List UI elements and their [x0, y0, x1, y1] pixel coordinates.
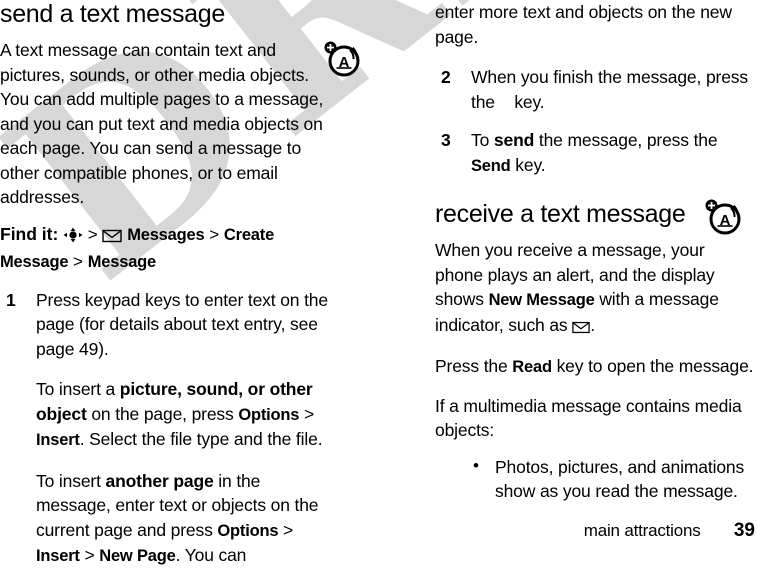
receive-p2-prefix: Press the: [435, 356, 513, 376]
page-footer: main attractions 39: [0, 520, 757, 542]
find-it-item-message[interactable]: Message: [88, 253, 157, 271]
receive-paragraph-2: Press the Read key to open the message.: [435, 354, 757, 380]
intro-paragraph: A text message can contain text and pict…: [0, 40, 324, 207]
ui-term-read[interactable]: Read: [512, 358, 552, 376]
insert-object-gt-1: >: [299, 403, 315, 424]
step-2-number: 2: [441, 67, 451, 87]
another-page-emphasis: another page: [105, 470, 214, 491]
find-it-path: Find it: > Messages > Create Message > M…: [0, 222, 330, 274]
footer-page-number: 39: [733, 520, 755, 541]
right-column: enter more text and objects on the new p…: [435, 0, 757, 504]
step-2-text: When you finish the message, press the: [471, 67, 748, 112]
ui-term-new-message[interactable]: New Message: [489, 291, 595, 309]
step-1-note-insert-object: To insert a picture, sound, or other obj…: [0, 377, 330, 453]
step-1-number: 1: [6, 289, 16, 310]
receive-paragraph-1: When you receive a message, your phone p…: [435, 238, 757, 340]
receive-p1-tail: .: [590, 314, 595, 335]
page-title: send a text message: [0, 0, 225, 28]
joystick-icon: [63, 226, 83, 250]
find-it-separator-2: >: [209, 224, 220, 244]
step-2: 2 When you finish the message, press the…: [435, 65, 757, 114]
receive-p2-tail: key to open the message.: [551, 356, 754, 376]
step-2-text-line2: key.: [514, 91, 545, 112]
ui-term-insert-2[interactable]: Insert: [36, 547, 80, 565]
step-3-mid: the message, press the: [534, 130, 718, 150]
bullet-marker: •: [473, 455, 479, 475]
another-page-gt-2: >: [79, 545, 100, 565]
step-1-continuation: enter more text and objects on the new p…: [435, 2, 732, 47]
multimedia-message-icon: A: [322, 38, 364, 85]
insert-object-prefix: To insert a: [36, 379, 120, 399]
manual-page: send a text message A text message can c…: [0, 0, 757, 565]
another-page-prefix: To insert: [36, 470, 106, 491]
list-item: • Photos, pictures, and animations show …: [435, 455, 757, 504]
step-3-emphasis: send: [493, 130, 535, 150]
step-1-note-another-page: To insert another page in the message, e…: [0, 469, 330, 569]
step-3-tail: key.: [510, 154, 546, 175]
multimedia-message-icon: A: [703, 196, 745, 243]
ui-term-send[interactable]: Send: [471, 157, 511, 175]
ui-term-new-page[interactable]: New Page: [99, 547, 176, 565]
bullet-text: Photos, pictures, and animations show as…: [495, 456, 745, 502]
step-1: 1 Press keypad keys to enter text on the…: [0, 288, 330, 362]
envelope-icon: [572, 316, 590, 341]
receive-paragraph-3: If a multimedia message contains media o…: [435, 395, 742, 441]
insert-object-tail: . Select the file type and the file.: [79, 429, 323, 449]
envelope-icon: [102, 226, 123, 250]
find-it-separator-1: >: [87, 224, 98, 244]
step-3-prefix: To: [471, 130, 494, 150]
footer-chapter-name: main attractions: [583, 521, 701, 540]
ui-term-options-1[interactable]: Options: [238, 406, 299, 424]
another-page-tail: . You can: [175, 545, 247, 565]
find-it-separator-3: >: [73, 251, 83, 271]
send-key-icon: [500, 97, 510, 111]
insert-object-mid: on the page, press: [86, 403, 239, 424]
find-it-item-messages[interactable]: Messages: [127, 226, 204, 244]
step-1-text: Press keypad keys to enter text on the p…: [36, 289, 328, 359]
find-it-label: Find it:: [0, 223, 59, 244]
step-3-number: 3: [441, 130, 451, 150]
ui-term-insert-1[interactable]: Insert: [36, 431, 80, 449]
step-3: 3 To send the message, press the Send key…: [435, 128, 757, 178]
left-column: send a text message A text message can c…: [0, 0, 330, 569]
